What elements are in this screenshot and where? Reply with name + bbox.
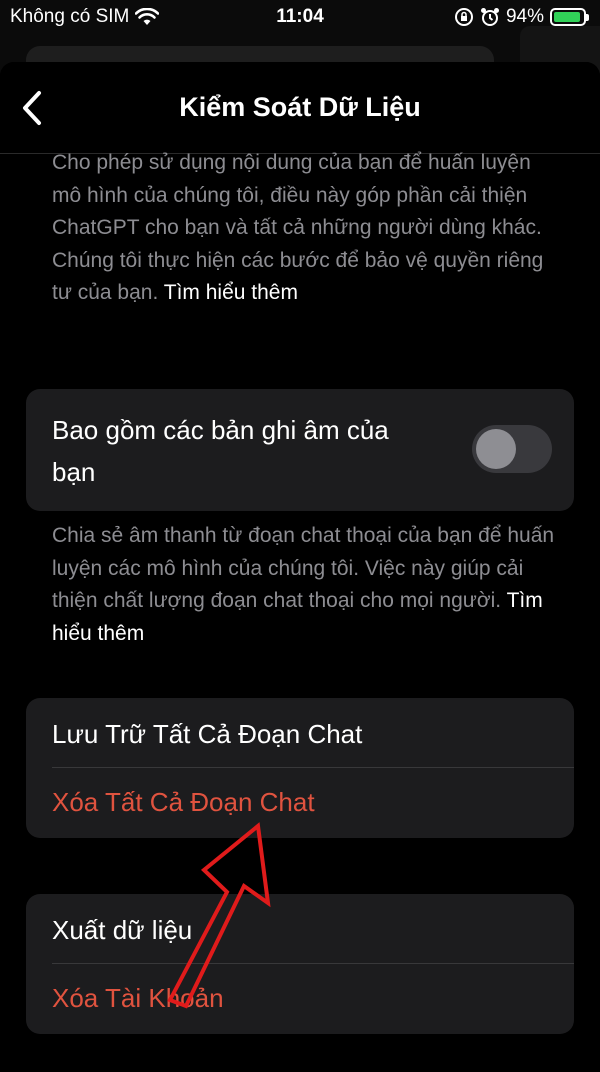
battery-percent: 94% (505, 6, 544, 27)
page-title: Kiểm Soát Dữ Liệu (179, 92, 421, 122)
account-actions-group: Xuất dữ liệu Xóa Tài Khoản (26, 894, 574, 1034)
delete-account-row[interactable]: Xóa Tài Khoản (26, 964, 574, 1032)
delete-all-chats-row[interactable]: Xóa Tất Cả Đoạn Chat (26, 768, 574, 836)
navigation-bar: Kiểm Soát Dữ Liệu (0, 62, 600, 154)
status-bar: Không có SIM 11:04 94% (0, 0, 600, 34)
status-right: 94% (454, 6, 589, 28)
archive-all-chats-row[interactable]: Lưu Trữ Tất Cả Đoạn Chat (26, 700, 574, 768)
voice-recording-toggle[interactable] (472, 425, 552, 473)
toggle-knob (476, 429, 516, 469)
orientation-lock-icon (454, 8, 473, 26)
export-data-label: Xuất dữ liệu (52, 915, 193, 945)
alarm-icon (480, 8, 499, 26)
battery-icon (550, 8, 589, 26)
delete-all-chats-label: Xóa Tất Cả Đoạn Chat (52, 787, 315, 817)
battery-level (554, 12, 581, 22)
chat-actions-group: Lưu Trữ Tất Cả Đoạn Chat Xóa Tất Cả Đoạn… (26, 698, 574, 838)
voice-description-text: Chia sẻ âm thanh từ đoạn chat thoại của … (52, 524, 555, 612)
delete-account-label: Xóa Tài Khoản (52, 983, 224, 1013)
training-description: Cho phép sử dụng nội dung của bạn để huấ… (52, 147, 562, 310)
voice-description: Chia sẻ âm thanh từ đoạn chat thoại của … (52, 520, 562, 650)
archive-all-chats-label: Lưu Trữ Tất Cả Đoạn Chat (52, 719, 363, 749)
voice-toggle-label: Bao gồm các bản ghi âm của bạn (52, 415, 389, 487)
export-data-row[interactable]: Xuất dữ liệu (26, 896, 574, 964)
data-controls-sheet: Kiểm Soát Dữ Liệu Cho phép sử dụng nội d… (0, 62, 600, 1072)
voice-recording-group: Bao gồm các bản ghi âm của bạn (26, 389, 574, 511)
learn-more-link-training[interactable]: Tìm hiểu thêm (164, 281, 298, 304)
